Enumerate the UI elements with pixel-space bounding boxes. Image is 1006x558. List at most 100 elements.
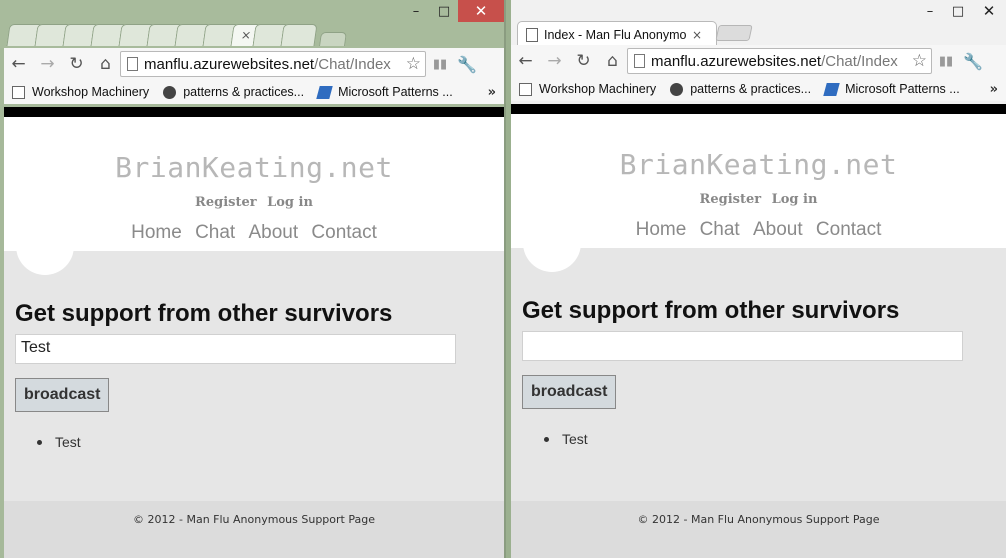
bookmark-workshop-machinery[interactable]: Workshop Machinery xyxy=(519,82,656,96)
decorative-circle xyxy=(16,217,74,275)
page-icon xyxy=(127,57,138,71)
menu-contact[interactable]: Contact xyxy=(816,219,881,240)
tab-close-icon[interactable]: × xyxy=(692,28,702,42)
message-input[interactable] xyxy=(522,331,963,361)
menu-home[interactable]: Home xyxy=(636,219,687,240)
bookmark-workshop-machinery[interactable]: Workshop Machinery xyxy=(12,85,149,99)
bookmark-label: Workshop Machinery xyxy=(539,82,657,96)
site-title[interactable]: BrianKeating.net xyxy=(4,117,504,184)
bookmark-label: patterns & practices... xyxy=(690,82,812,96)
bookmark-microsoft-patterns[interactable]: Microsoft Patterns ... xyxy=(823,82,960,96)
login-links: Register Log in xyxy=(4,195,504,210)
bookmarks-bar: Workshop Machinery patterns & practices.… xyxy=(4,80,504,104)
menu-home[interactable]: Home xyxy=(131,222,182,243)
browser-window-left: – □ ✕ × ← → ↻ ⌂ manflu.azurewebsites.net… xyxy=(0,0,506,558)
tab-close-icon[interactable]: × xyxy=(240,28,252,42)
page-icon xyxy=(526,27,538,42)
bookmark-star-icon[interactable]: ☆ xyxy=(912,51,927,71)
tab-title: Index - Man Flu Anonymous Support Page xyxy=(544,27,686,42)
bookmark-patterns-practices[interactable]: patterns & practices... xyxy=(163,85,304,99)
menu-about[interactable]: About xyxy=(248,222,298,243)
patterns-practices-icon xyxy=(163,85,177,99)
broadcast-button[interactable]: broadcast xyxy=(522,375,617,409)
tab-strip: × xyxy=(6,20,347,46)
top-bar xyxy=(511,104,1006,114)
bookmarks-overflow-icon[interactable]: » xyxy=(488,85,496,100)
reload-icon[interactable]: ↻ xyxy=(62,54,91,74)
register-link[interactable]: Register xyxy=(700,192,762,207)
tab[interactable] xyxy=(280,24,318,46)
caption-buttons: – □ ✕ xyxy=(402,0,504,24)
forward-icon[interactable]: → xyxy=(540,51,569,71)
site-header: BrianKeating.net Register Log in Home Ch… xyxy=(4,117,504,275)
site-title[interactable]: BrianKeating.net xyxy=(511,114,1006,181)
browser-toolbar: ← → ↻ ⌂ manflu.azurewebsites.net/Chat/In… xyxy=(4,48,504,80)
new-tab-button[interactable] xyxy=(319,32,347,46)
page-icon xyxy=(634,54,645,68)
bookmark-label: patterns & practices... xyxy=(183,85,305,99)
url-path: /Chat/Index xyxy=(821,52,898,70)
home-icon[interactable]: ⌂ xyxy=(91,54,120,74)
bookmark-label: Microsoft Patterns ... xyxy=(845,82,960,96)
forward-icon[interactable]: → xyxy=(33,54,62,74)
bookmark-star-icon[interactable]: ☆ xyxy=(406,54,421,74)
tab-active[interactable]: Index - Man Flu Anonymous Support Page × xyxy=(517,21,717,47)
maximize-button[interactable]: □ xyxy=(944,0,972,22)
top-bar xyxy=(4,107,504,117)
bookmark-label: Microsoft Patterns ... xyxy=(338,85,453,99)
wrench-menu-icon[interactable]: 🔧 xyxy=(960,52,986,71)
patterns-practices-icon xyxy=(670,82,684,96)
minimize-button[interactable]: – xyxy=(916,0,944,22)
broadcast-button[interactable]: broadcast xyxy=(15,378,110,412)
page-icon xyxy=(519,82,532,96)
main-content: Get support from other survivors Test br… xyxy=(4,300,504,450)
page-heading: Get support from other survivors xyxy=(522,297,900,324)
bookmarks-bar: Workshop Machinery patterns & practices.… xyxy=(511,77,1006,101)
microsoft-icon xyxy=(823,82,840,96)
page-viewport: BrianKeating.net Register Log in Home Ch… xyxy=(511,104,1006,558)
message-list: Test xyxy=(522,431,995,447)
extension-icon[interactable]: ▮▮ xyxy=(932,54,960,69)
reload-icon[interactable]: ↻ xyxy=(569,51,598,71)
message-list: Test xyxy=(15,434,493,450)
close-window-button[interactable]: ✕ xyxy=(458,0,504,22)
bookmark-label: Workshop Machinery xyxy=(32,85,150,99)
site-header: BrianKeating.net Register Log in Home Ch… xyxy=(511,114,1006,272)
bookmark-patterns-practices[interactable]: patterns & practices... xyxy=(670,82,811,96)
login-link[interactable]: Log in xyxy=(267,195,313,210)
main-content: Get support from other survivors broadca… xyxy=(511,297,1006,447)
message-item: Test xyxy=(544,431,995,447)
bookmarks-overflow-icon[interactable]: » xyxy=(990,82,998,97)
address-bar[interactable]: manflu.azurewebsites.net/Chat/Index ☆ xyxy=(120,51,426,77)
message-input[interactable]: Test xyxy=(15,334,456,364)
page-viewport: BrianKeating.net Register Log in Home Ch… xyxy=(4,107,504,558)
menu-chat[interactable]: Chat xyxy=(195,222,235,243)
url-text: manflu.azurewebsites.net/Chat/Index xyxy=(144,56,391,73)
back-icon[interactable]: ← xyxy=(4,54,33,74)
close-window-button[interactable]: ✕ xyxy=(972,0,1006,22)
site-footer: © 2012 - Man Flu Anonymous Support Page xyxy=(511,501,1006,558)
main-menu: Home Chat About Contact xyxy=(511,219,1006,241)
new-tab-button[interactable] xyxy=(715,25,753,41)
menu-about[interactable]: About xyxy=(753,219,803,240)
maximize-button[interactable]: □ xyxy=(430,0,458,22)
caption-buttons: – □ ✕ xyxy=(916,0,1006,24)
home-icon[interactable]: ⌂ xyxy=(598,51,627,71)
menu-contact[interactable]: Contact xyxy=(311,222,376,243)
login-link[interactable]: Log in xyxy=(772,192,818,207)
bookmark-microsoft-patterns[interactable]: Microsoft Patterns ... xyxy=(316,85,453,99)
decorative-circle xyxy=(523,214,581,272)
extension-icon[interactable]: ▮▮ xyxy=(426,57,454,72)
title-bar: – □ ✕ Index - Man Flu Anonymous Support … xyxy=(511,0,1006,48)
page-icon xyxy=(12,85,25,99)
wrench-menu-icon[interactable]: 🔧 xyxy=(454,55,480,74)
back-icon[interactable]: ← xyxy=(511,51,540,71)
address-bar[interactable]: manflu.azurewebsites.net/Chat/Index ☆ xyxy=(627,48,932,74)
register-link[interactable]: Register xyxy=(195,195,257,210)
minimize-button[interactable]: – xyxy=(402,0,430,22)
url-text: manflu.azurewebsites.net/Chat/Index xyxy=(651,53,898,70)
menu-chat[interactable]: Chat xyxy=(700,219,740,240)
url-host: manflu.azurewebsites.net xyxy=(651,52,822,70)
microsoft-icon xyxy=(316,85,333,99)
browser-window-right: – □ ✕ Index - Man Flu Anonymous Support … xyxy=(511,0,1006,558)
